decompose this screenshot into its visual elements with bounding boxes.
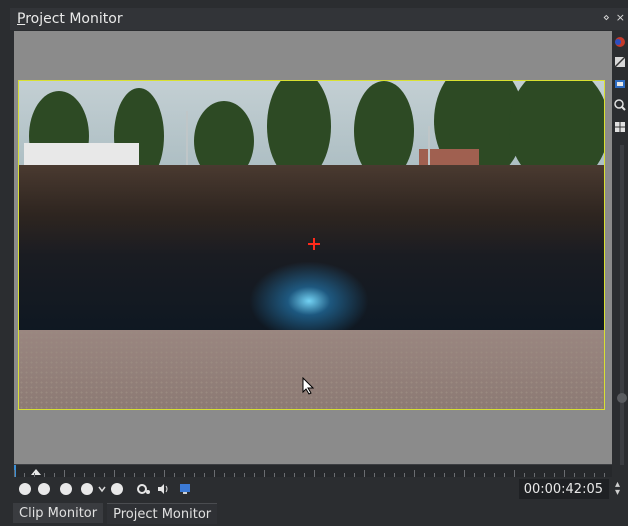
transport-controls: 00:00:42:05 ▴ ▾: [14, 477, 628, 501]
monitor-tabs: Clip Monitor Project Monitor: [13, 503, 218, 524]
monitor-view[interactable]: [14, 31, 612, 464]
guides-icon[interactable]: [614, 121, 626, 133]
zoom-scrollbar[interactable]: [617, 145, 627, 465]
audio-icon[interactable]: [157, 483, 169, 495]
timeline-ruler[interactable]: [14, 464, 612, 478]
video-frame[interactable]: [18, 80, 605, 410]
pause-icon[interactable]: [60, 483, 72, 495]
mouse-cursor-icon: [302, 377, 314, 395]
split-view-icon[interactable]: [614, 56, 626, 68]
close-icon[interactable]: ×: [616, 11, 625, 24]
tab-project-monitor[interactable]: Project Monitor: [107, 503, 218, 524]
forward-icon[interactable]: [111, 483, 123, 495]
chevron-down-icon[interactable]: [96, 483, 108, 495]
prev-icon[interactable]: [38, 483, 50, 495]
panel-title: Project Monitor: [17, 11, 123, 27]
zone-marker-icon[interactable]: [31, 469, 41, 475]
monitor-icon[interactable]: [179, 483, 191, 495]
tab-clip-monitor[interactable]: Clip Monitor: [13, 503, 104, 523]
ground-area: [19, 330, 604, 409]
crosshair-icon: [308, 238, 320, 250]
play-icon[interactable]: [81, 483, 93, 495]
panel-titlebar: Project Monitor ⋄ ×: [10, 8, 628, 30]
color-icon[interactable]: [614, 36, 626, 48]
trees-image: [24, 81, 604, 171]
timecode-spinner[interactable]: ▴ ▾: [615, 480, 620, 498]
settings-icon[interactable]: [136, 483, 150, 495]
zoom-slider-handle[interactable]: [617, 393, 627, 403]
light-glow: [249, 261, 369, 341]
timecode-field[interactable]: 00:00:42:05: [519, 479, 609, 499]
float-icon[interactable]: ⋄: [603, 11, 610, 24]
zoom-icon[interactable]: [614, 99, 626, 111]
rewind-icon[interactable]: [19, 483, 31, 495]
overlay-icon[interactable]: [614, 78, 626, 90]
